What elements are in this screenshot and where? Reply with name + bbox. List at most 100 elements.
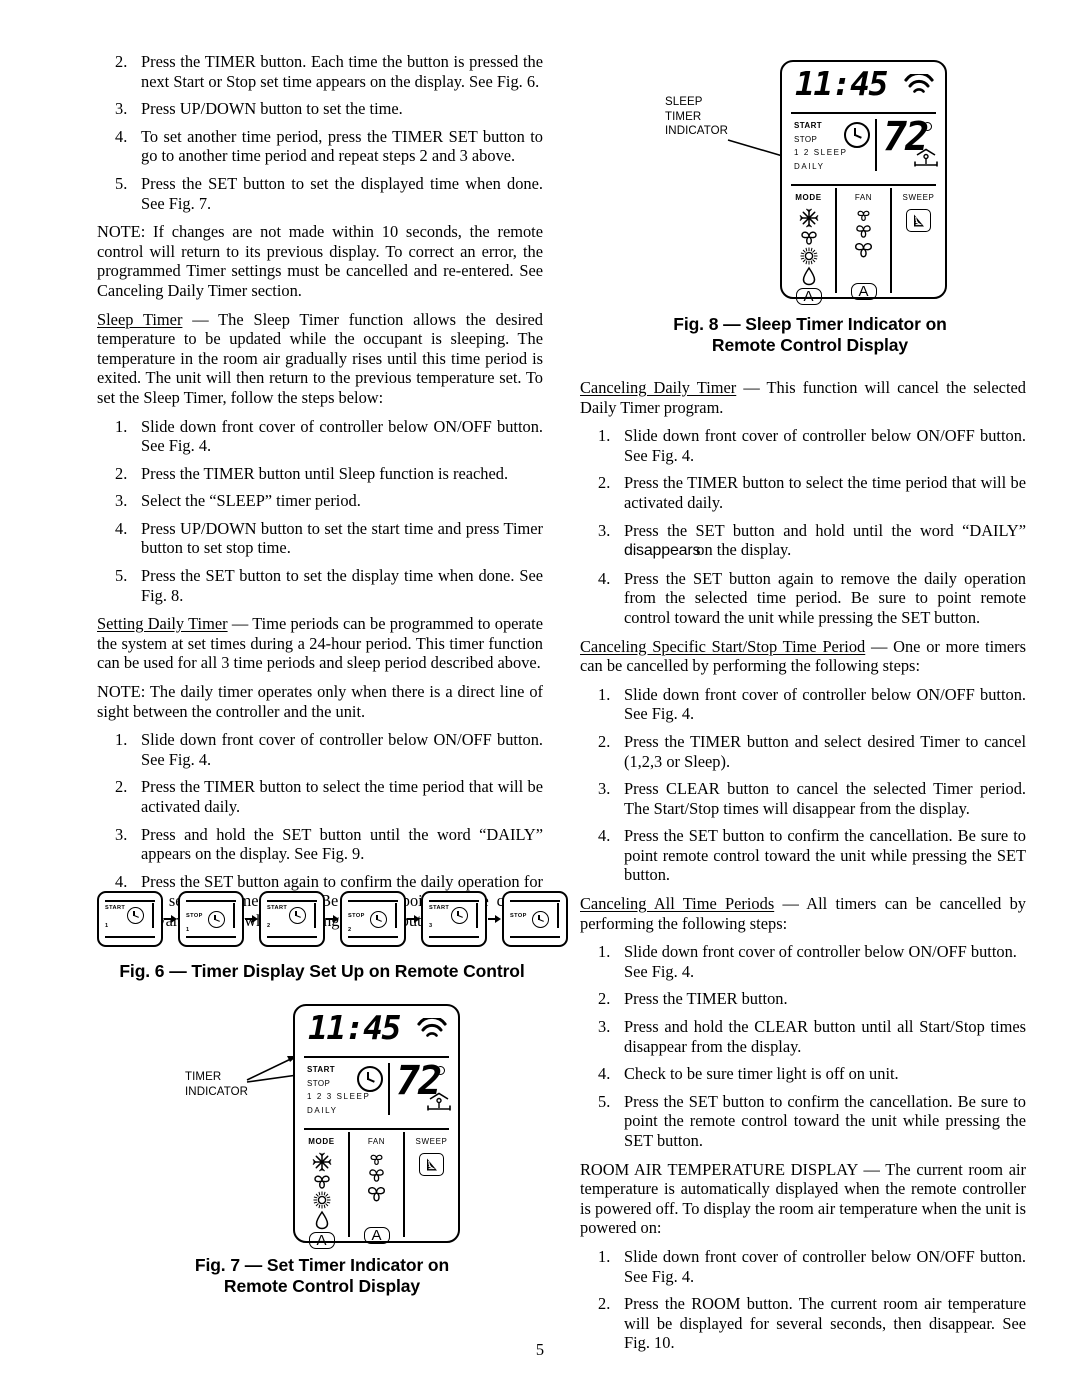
setting-daily-heading: Setting Daily Timer	[97, 614, 228, 634]
mode-column-header: MODE	[308, 1137, 335, 1146]
list-number: 4.	[598, 826, 611, 846]
timer-box-label: START	[429, 905, 450, 911]
fig8-caption-line1: Fig. 8 — Sleep Timer Indicator on	[673, 314, 947, 334]
list-text: Slide down front cover of controller bel…	[141, 730, 543, 769]
page-number: 5	[535, 1340, 545, 1359]
timer-box-index: 1	[186, 927, 190, 933]
timer-box-label: START	[105, 905, 126, 911]
list-item: 4. To set another time period, press the …	[97, 127, 543, 166]
timer-row-start: START	[794, 121, 823, 130]
list-item: 3. Select the “SLEEP” timer period.	[97, 491, 543, 511]
room-temp-house-icon	[914, 148, 938, 167]
auto-label: A	[858, 283, 869, 300]
list-item: 2. Press the TIMER button. Each time the …	[97, 52, 543, 91]
clock-time-value: 11:45	[308, 1008, 401, 1047]
list-text: Press and hold the SET button until the …	[141, 824, 543, 864]
list-text: Slide down front cover of controller bel…	[624, 1246, 1026, 1286]
list-number: 1.	[598, 426, 611, 446]
list-number: 4.	[598, 568, 611, 588]
list-number: 3.	[115, 99, 128, 119]
sweep-column-header: SWEEP	[415, 1137, 448, 1146]
list-number: 4.	[115, 518, 128, 538]
timer-box-label: START	[267, 905, 288, 911]
rc-fan-column: FAN A	[835, 188, 890, 300]
list-item: 1. Slide down front cover of controller b…	[97, 417, 543, 456]
box-bottom-rule	[429, 936, 479, 938]
timer-box-label: STOP	[186, 913, 203, 919]
list-text-sans-fragment: disappears	[624, 542, 701, 560]
list-item: 4. Press the SET button to confirm the ca…	[580, 826, 1026, 885]
clock-icon	[289, 907, 306, 924]
clock-icon	[532, 911, 549, 928]
degree-icon	[923, 122, 932, 131]
list-item: 4. Check to be sure timer light is off on…	[580, 1064, 1026, 1084]
list-text: Press the SET button to set the display …	[141, 566, 543, 605]
list-text: Slide down front cover of controller bel…	[624, 942, 1017, 981]
list-number: 2.	[115, 463, 128, 483]
rc-status-row: START STOP 1 2 SLEEP DAILY 72	[782, 115, 945, 183]
rc-clock-row: 11:45	[295, 1006, 458, 1058]
callout-line: TIMER	[665, 110, 702, 123]
canceling-daily-paragraph: Canceling Daily Timer — This function wi…	[580, 378, 1026, 417]
list-text: To set another time period, press the TI…	[141, 126, 543, 166]
box-top-rule	[267, 900, 317, 902]
timer-box-index: 2	[348, 927, 352, 933]
list-number: 3.	[598, 520, 611, 540]
rc-status-row: START STOP 1 2 3 SLEEP DAILY 72	[295, 1059, 458, 1127]
note-paragraph-1: NOTE: If changes are not made within 10 …	[97, 222, 543, 300]
fig6-timer-sequence: START 1 STOP 1 START 2 STOP 2 START 3 ST…	[97, 888, 568, 950]
canceling-all-paragraph: Canceling All Time Periods — All timers …	[580, 894, 1026, 933]
auto-label: A	[316, 1232, 327, 1249]
steps-timer-setup: 2. Press the TIMER button. Each time the …	[97, 52, 543, 213]
rc-divider-bottom	[791, 184, 936, 187]
fan-small-icon	[368, 1152, 385, 1166]
figure-6: START 1 STOP 1 START 2 STOP 2 START 3 ST…	[97, 888, 568, 982]
fig7-caption-line2: Remote Control Display	[223, 1276, 421, 1296]
fig8-callout-label: SLEEP TIMER INDICATOR	[665, 95, 728, 139]
timer-display-box: START 1	[97, 891, 163, 947]
list-item: 2. Press the TIMER button.	[580, 989, 1026, 1009]
auto-label: A	[371, 1227, 382, 1244]
list-item: 2. Press the TIMER button until Sleep fun…	[97, 464, 543, 484]
list-item: 2. Press the TIMER button to select the t…	[97, 777, 543, 816]
list-text: Press the SET button to confirm the canc…	[624, 1091, 1026, 1150]
timer-display-box: START 2	[259, 891, 325, 947]
list-item: 4. Press the SET button again to remove t…	[580, 569, 1026, 628]
room-air-paragraph: ROOM AIR TEMPERATURE DISPLAY — The curre…	[580, 1160, 1026, 1238]
timer-box-label: STOP	[348, 913, 365, 919]
clock-time-value: 11:45	[795, 64, 888, 103]
list-text: Press the TIMER button and select desire…	[624, 731, 1026, 771]
box-divider	[556, 903, 559, 928]
fig7-remote-display-wrap: 11:45 START STOP 1 2 3 SLEEP DAILY 72 MO…	[293, 1004, 460, 1249]
rc-clock-row: 11:45	[782, 62, 945, 114]
canceling-all-heading: Canceling All Time Periods	[580, 894, 775, 914]
list-item: 1. Slide down front cover of controller b…	[97, 730, 543, 769]
callout-line: SLEEP	[665, 96, 703, 108]
setting-daily-paragraph: Setting Daily Timer — Time periods can b…	[97, 614, 543, 673]
list-number: 1.	[115, 416, 128, 436]
list-number: 1.	[598, 684, 611, 704]
list-number: 1.	[598, 942, 611, 962]
degree-icon	[436, 1066, 445, 1075]
mode-column-header: MODE	[795, 193, 822, 202]
fig8-remote-display-wrap: 11:45 START STOP 1 2 SLEEP DAILY 72 MODE…	[780, 60, 947, 305]
louver-sweep-icon	[419, 1153, 444, 1176]
list-number: 4.	[115, 126, 128, 146]
box-top-rule	[429, 900, 479, 902]
list-item: 3. Press and hold the CLEAR button until …	[580, 1017, 1026, 1056]
signal-icon	[417, 1018, 447, 1037]
rc-sweep-column: SWEEP	[890, 188, 945, 293]
note-paragraph-2: NOTE: The daily timer operates only when…	[97, 682, 543, 721]
auto-icon: A	[308, 1232, 335, 1249]
arrow-right-icon	[407, 914, 420, 925]
steps-cancel-all: 1. Slide down front cover of controller b…	[580, 942, 1026, 1150]
box-bottom-rule	[348, 936, 398, 938]
timer-box-label: STOP	[510, 913, 527, 919]
louver-sweep-icon	[906, 209, 931, 232]
fan-icon	[311, 1172, 333, 1190]
sun-icon	[799, 246, 819, 266]
list-number: 1.	[598, 1246, 611, 1266]
list-text: Press and hold the CLEAR button until al…	[624, 1017, 1026, 1056]
list-text: Select the “SLEEP” timer period.	[141, 491, 361, 511]
fig8-caption: Fig. 8 — Sleep Timer Indicator on Remote…	[580, 314, 1040, 356]
